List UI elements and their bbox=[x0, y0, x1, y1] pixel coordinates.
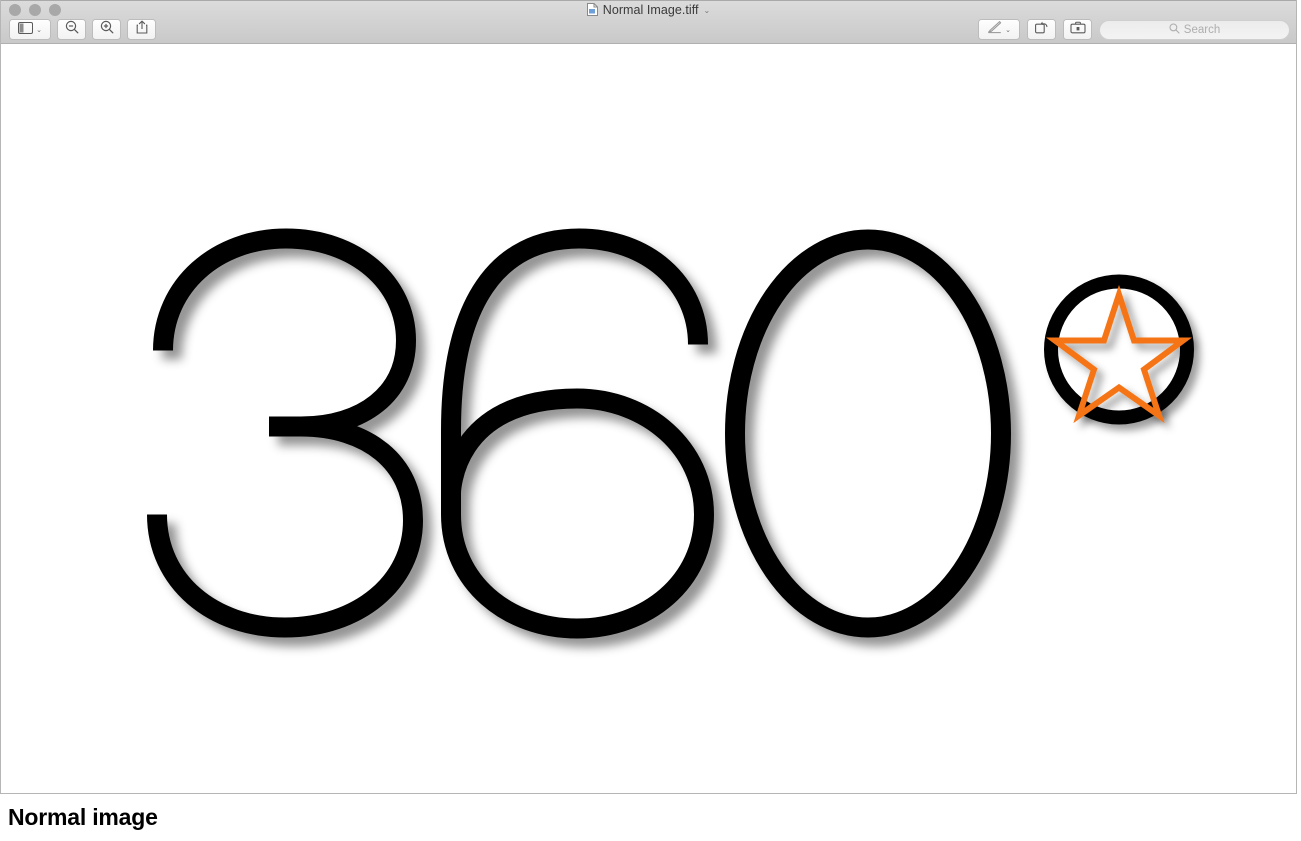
window-title-group: Normal Image.tiff ⌄ bbox=[1, 1, 1296, 18]
degree-number-360 bbox=[147, 228, 1011, 639]
search-field[interactable]: Search bbox=[1099, 19, 1290, 40]
toolbox-icon bbox=[1069, 21, 1086, 39]
zoom-button[interactable] bbox=[49, 4, 61, 16]
screenshot-root: Normal Image.tiff ⌄ ⌄ ⌄ Search Normal im… bbox=[0, 0, 1301, 841]
pen-icon bbox=[987, 20, 1002, 39]
share-button[interactable] bbox=[127, 19, 156, 40]
preview-window: Normal Image.tiff ⌄ ⌄ ⌄ Search bbox=[0, 0, 1297, 794]
chevron-down-icon: ⌄ bbox=[36, 27, 42, 34]
toolbar-right: ⌄ Search bbox=[978, 19, 1290, 40]
image-content bbox=[147, 228, 1194, 639]
minimize-button[interactable] bbox=[29, 4, 41, 16]
toolbar-left: ⌄ bbox=[9, 19, 156, 40]
rotate-left-icon bbox=[1034, 20, 1049, 39]
document-icon bbox=[586, 3, 598, 16]
markup-button[interactable]: ⌄ bbox=[978, 19, 1020, 40]
image-canvas[interactable] bbox=[1, 44, 1296, 793]
sidebar-icon bbox=[18, 21, 34, 39]
sidebar-toggle-button[interactable]: ⌄ bbox=[9, 19, 51, 40]
zoom-out-icon bbox=[65, 20, 79, 39]
rotate-left-button[interactable] bbox=[1027, 19, 1056, 40]
figure-caption: Normal image bbox=[8, 804, 158, 830]
zoom-out-button[interactable] bbox=[57, 19, 86, 40]
close-button[interactable] bbox=[9, 4, 21, 16]
chevron-down-icon: ⌄ bbox=[1005, 27, 1011, 34]
search-icon bbox=[1169, 21, 1180, 39]
title-chevron-down-icon[interactable]: ⌄ bbox=[704, 6, 711, 15]
zoom-in-icon bbox=[100, 20, 114, 39]
window-titlebar: Normal Image.tiff ⌄ ⌄ ⌄ Search bbox=[1, 0, 1296, 44]
traffic-light-group bbox=[9, 4, 61, 16]
share-icon bbox=[136, 20, 148, 39]
search-placeholder: Search bbox=[1183, 23, 1221, 36]
zoom-in-button[interactable] bbox=[92, 19, 121, 40]
window-title: Normal Image.tiff bbox=[602, 2, 699, 17]
toolbox-button[interactable] bbox=[1063, 19, 1092, 40]
